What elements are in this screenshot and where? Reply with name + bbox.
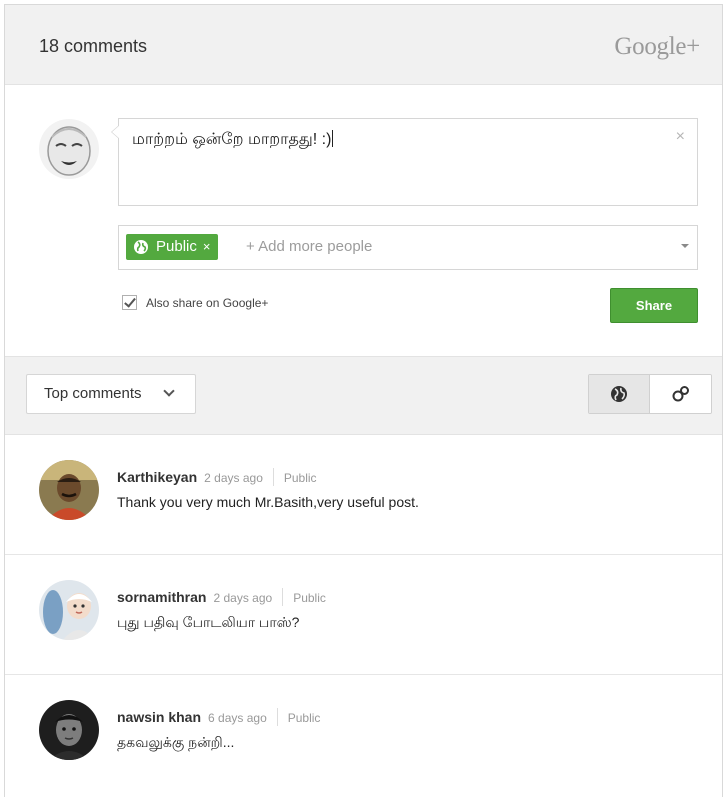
sort-label: Top comments bbox=[44, 385, 142, 402]
avatar[interactable] bbox=[39, 580, 99, 640]
link-icon bbox=[672, 386, 689, 402]
chevron-down-icon bbox=[163, 385, 175, 397]
globe-icon bbox=[134, 240, 148, 254]
comments-toolbar: Top comments bbox=[5, 357, 722, 435]
sort-dropdown[interactable]: Top comments bbox=[26, 374, 196, 414]
divider bbox=[282, 588, 284, 606]
public-view-button[interactable] bbox=[589, 375, 650, 413]
comment-item: nawsin khan 6 days ago Public தகவலுக்கு நன… bbox=[5, 675, 722, 795]
comment-author[interactable]: Karthikeyan bbox=[117, 469, 197, 485]
comment-text: புது பதிவு போடலியா பாஸ்? bbox=[117, 614, 300, 630]
comment-author[interactable]: sornamithran bbox=[117, 589, 206, 605]
comment-timestamp[interactable]: 2 days ago bbox=[213, 591, 272, 605]
divider bbox=[276, 708, 278, 726]
comment-draft-text: மாற்றம் ஒன்றே மாறாதது! :) bbox=[132, 131, 332, 148]
google-plus-logo[interactable]: Google+ bbox=[614, 33, 700, 61]
comment-textarea[interactable]: மாற்றம் ஒன்றே மாறாதது! :) × bbox=[111, 118, 698, 206]
view-toggle bbox=[588, 374, 712, 414]
comment-header: nawsin khan 6 days ago Public bbox=[117, 708, 320, 726]
divider bbox=[272, 468, 274, 486]
current-user-avatar bbox=[39, 119, 99, 179]
comment-visibility: Public bbox=[293, 591, 326, 605]
also-share-option[interactable]: Also share on Google+ bbox=[122, 295, 268, 310]
comment-text: Thank you very much Mr.Basith,very usefu… bbox=[117, 494, 419, 510]
comment-composer: மாற்றம் ஒன்றே மாறாதது! :) × Public × + Ad… bbox=[5, 85, 722, 357]
comment-timestamp[interactable]: 2 days ago bbox=[204, 471, 263, 485]
audience-field[interactable]: Public × + Add more people bbox=[118, 225, 698, 270]
comment-visibility: Public bbox=[287, 711, 321, 725]
comment-timestamp[interactable]: 6 days ago bbox=[208, 711, 267, 725]
add-people-input[interactable]: + Add more people bbox=[246, 238, 372, 255]
comment-visibility: Public bbox=[283, 471, 317, 485]
comment-header: Karthikeyan 2 days ago Public bbox=[117, 468, 317, 486]
comment-text: தகவலுக்கு நன்றி... bbox=[117, 734, 235, 750]
text-caret bbox=[332, 130, 334, 147]
link-view-button[interactable] bbox=[651, 375, 711, 413]
remove-chip-icon[interactable]: × bbox=[203, 239, 211, 254]
chevron-down-icon[interactable] bbox=[681, 244, 689, 248]
avatar[interactable] bbox=[39, 460, 99, 520]
also-share-checkbox[interactable] bbox=[122, 295, 137, 310]
close-icon[interactable]: × bbox=[676, 128, 685, 146]
avatar[interactable] bbox=[39, 700, 99, 760]
comment-item: sornamithran 2 days ago Public புது பதிவு … bbox=[5, 555, 722, 675]
also-share-label: Also share on Google+ bbox=[146, 296, 269, 310]
widget-header: 18 comments Google+ bbox=[5, 5, 722, 85]
public-audience-chip[interactable]: Public × bbox=[126, 234, 219, 260]
comment-item: Karthikeyan 2 days ago Public Thank you ve… bbox=[5, 435, 722, 555]
comments-widget: 18 comments Google+ மாற்றம் ஒன்றே மாறாதத… bbox=[4, 4, 723, 797]
globe-icon bbox=[611, 386, 627, 402]
comment-author[interactable]: nawsin khan bbox=[117, 709, 201, 725]
comment-header: sornamithran 2 days ago Public bbox=[117, 588, 326, 606]
share-button[interactable]: Share bbox=[610, 288, 698, 323]
audience-chip-label: Public bbox=[156, 238, 197, 255]
comment-count: 18 comments bbox=[39, 36, 148, 56]
